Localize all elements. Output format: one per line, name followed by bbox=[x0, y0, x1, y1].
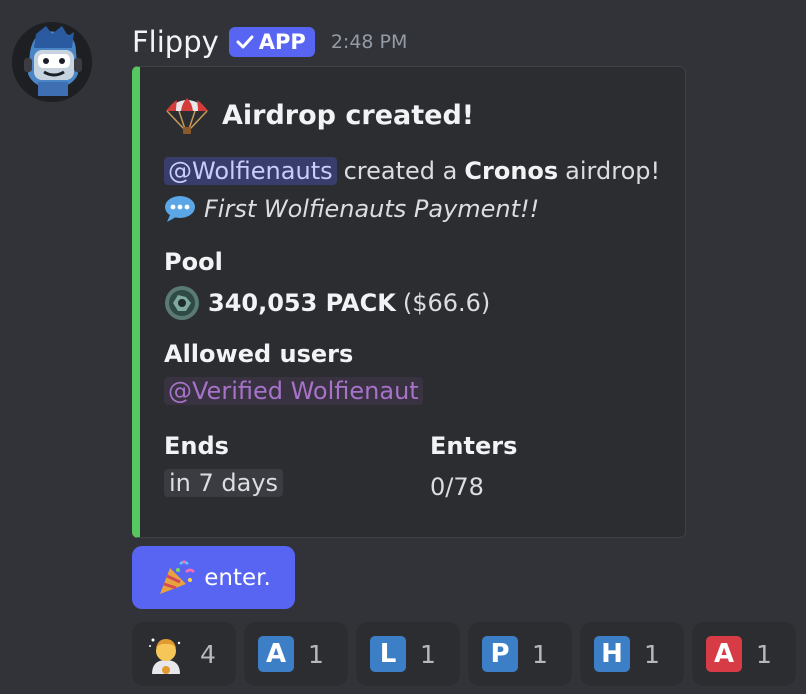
regional-h-icon: H bbox=[594, 636, 630, 672]
red-a-icon: A bbox=[706, 636, 742, 672]
user-mention[interactable]: @Wolfienauts bbox=[164, 157, 337, 185]
parachute-icon bbox=[166, 98, 208, 134]
speech-bubble-icon bbox=[165, 196, 195, 222]
astronaut-icon bbox=[149, 638, 181, 674]
reaction-bar: 4 A 1 L 1 P 1 H 1 A 1 bbox=[132, 622, 804, 686]
reaction-count: 1 bbox=[308, 639, 324, 669]
created-a-text: created a bbox=[343, 157, 458, 185]
reaction-letter-a-blue[interactable]: A 1 bbox=[244, 622, 348, 686]
creator-line: @Wolfienauts created a Cronos airdrop! bbox=[164, 157, 660, 185]
reaction-count: 4 bbox=[200, 639, 216, 669]
reaction-letter-a-red[interactable]: A 1 bbox=[692, 622, 796, 686]
pool-amount: 340,053 PACK bbox=[208, 289, 396, 317]
reaction-letter-h[interactable]: H 1 bbox=[580, 622, 684, 686]
reaction-count: 1 bbox=[644, 639, 660, 669]
reaction-astronaut[interactable]: 4 bbox=[132, 622, 236, 686]
reaction-count: 1 bbox=[532, 639, 548, 669]
allowed-users-label: Allowed users bbox=[164, 340, 354, 368]
enters-value: 0/78 bbox=[430, 473, 484, 501]
chain-name: Cronos bbox=[464, 157, 559, 185]
pool-label: Pool bbox=[164, 248, 223, 276]
regional-l-icon: L bbox=[370, 636, 406, 672]
airdrop-embed: Airdrop created! @Wolfienauts created a … bbox=[132, 66, 686, 538]
embed-title: Airdrop created! bbox=[164, 95, 474, 135]
pool-line: 340,053 PACK ($66.6) bbox=[164, 285, 490, 321]
timestamp[interactable]: 2:48 PM bbox=[331, 31, 408, 53]
regional-p-icon: P bbox=[482, 636, 518, 672]
message-header: Flippy APP 2:48 PM bbox=[132, 22, 407, 62]
enters-label: Enters bbox=[430, 432, 518, 460]
enter-button[interactable]: enter. bbox=[132, 546, 295, 609]
checkmark-icon bbox=[236, 35, 254, 49]
party-popper-icon bbox=[160, 559, 196, 594]
regional-a-icon: A bbox=[258, 636, 294, 672]
enter-button-label: enter. bbox=[204, 564, 271, 591]
reaction-letter-l[interactable]: L 1 bbox=[356, 622, 460, 686]
app-badge-label: APP bbox=[258, 30, 306, 54]
pack-token-icon bbox=[165, 286, 199, 320]
bot-avatar[interactable] bbox=[12, 22, 92, 102]
reaction-letter-p[interactable]: P 1 bbox=[468, 622, 572, 686]
note-text: First Wolfienauts Payment!! bbox=[204, 195, 540, 223]
note-line: First Wolfienauts Payment!! bbox=[164, 195, 539, 223]
embed-title-text: Airdrop created! bbox=[222, 99, 475, 131]
username[interactable]: Flippy bbox=[132, 25, 219, 59]
airdrop-word: airdrop! bbox=[565, 157, 661, 185]
ends-label: Ends bbox=[164, 432, 229, 460]
reaction-count: 1 bbox=[420, 639, 436, 669]
reaction-count: 1 bbox=[756, 639, 772, 669]
ends-line: in 7 days bbox=[164, 469, 284, 497]
role-mention[interactable]: @Verified Wolfienaut bbox=[164, 377, 423, 405]
ends-value[interactable]: in 7 days bbox=[164, 469, 284, 497]
allowed-users-line: @Verified Wolfienaut bbox=[164, 377, 423, 405]
app-badge: APP bbox=[228, 27, 315, 57]
pool-value: ($66.6) bbox=[402, 289, 491, 317]
